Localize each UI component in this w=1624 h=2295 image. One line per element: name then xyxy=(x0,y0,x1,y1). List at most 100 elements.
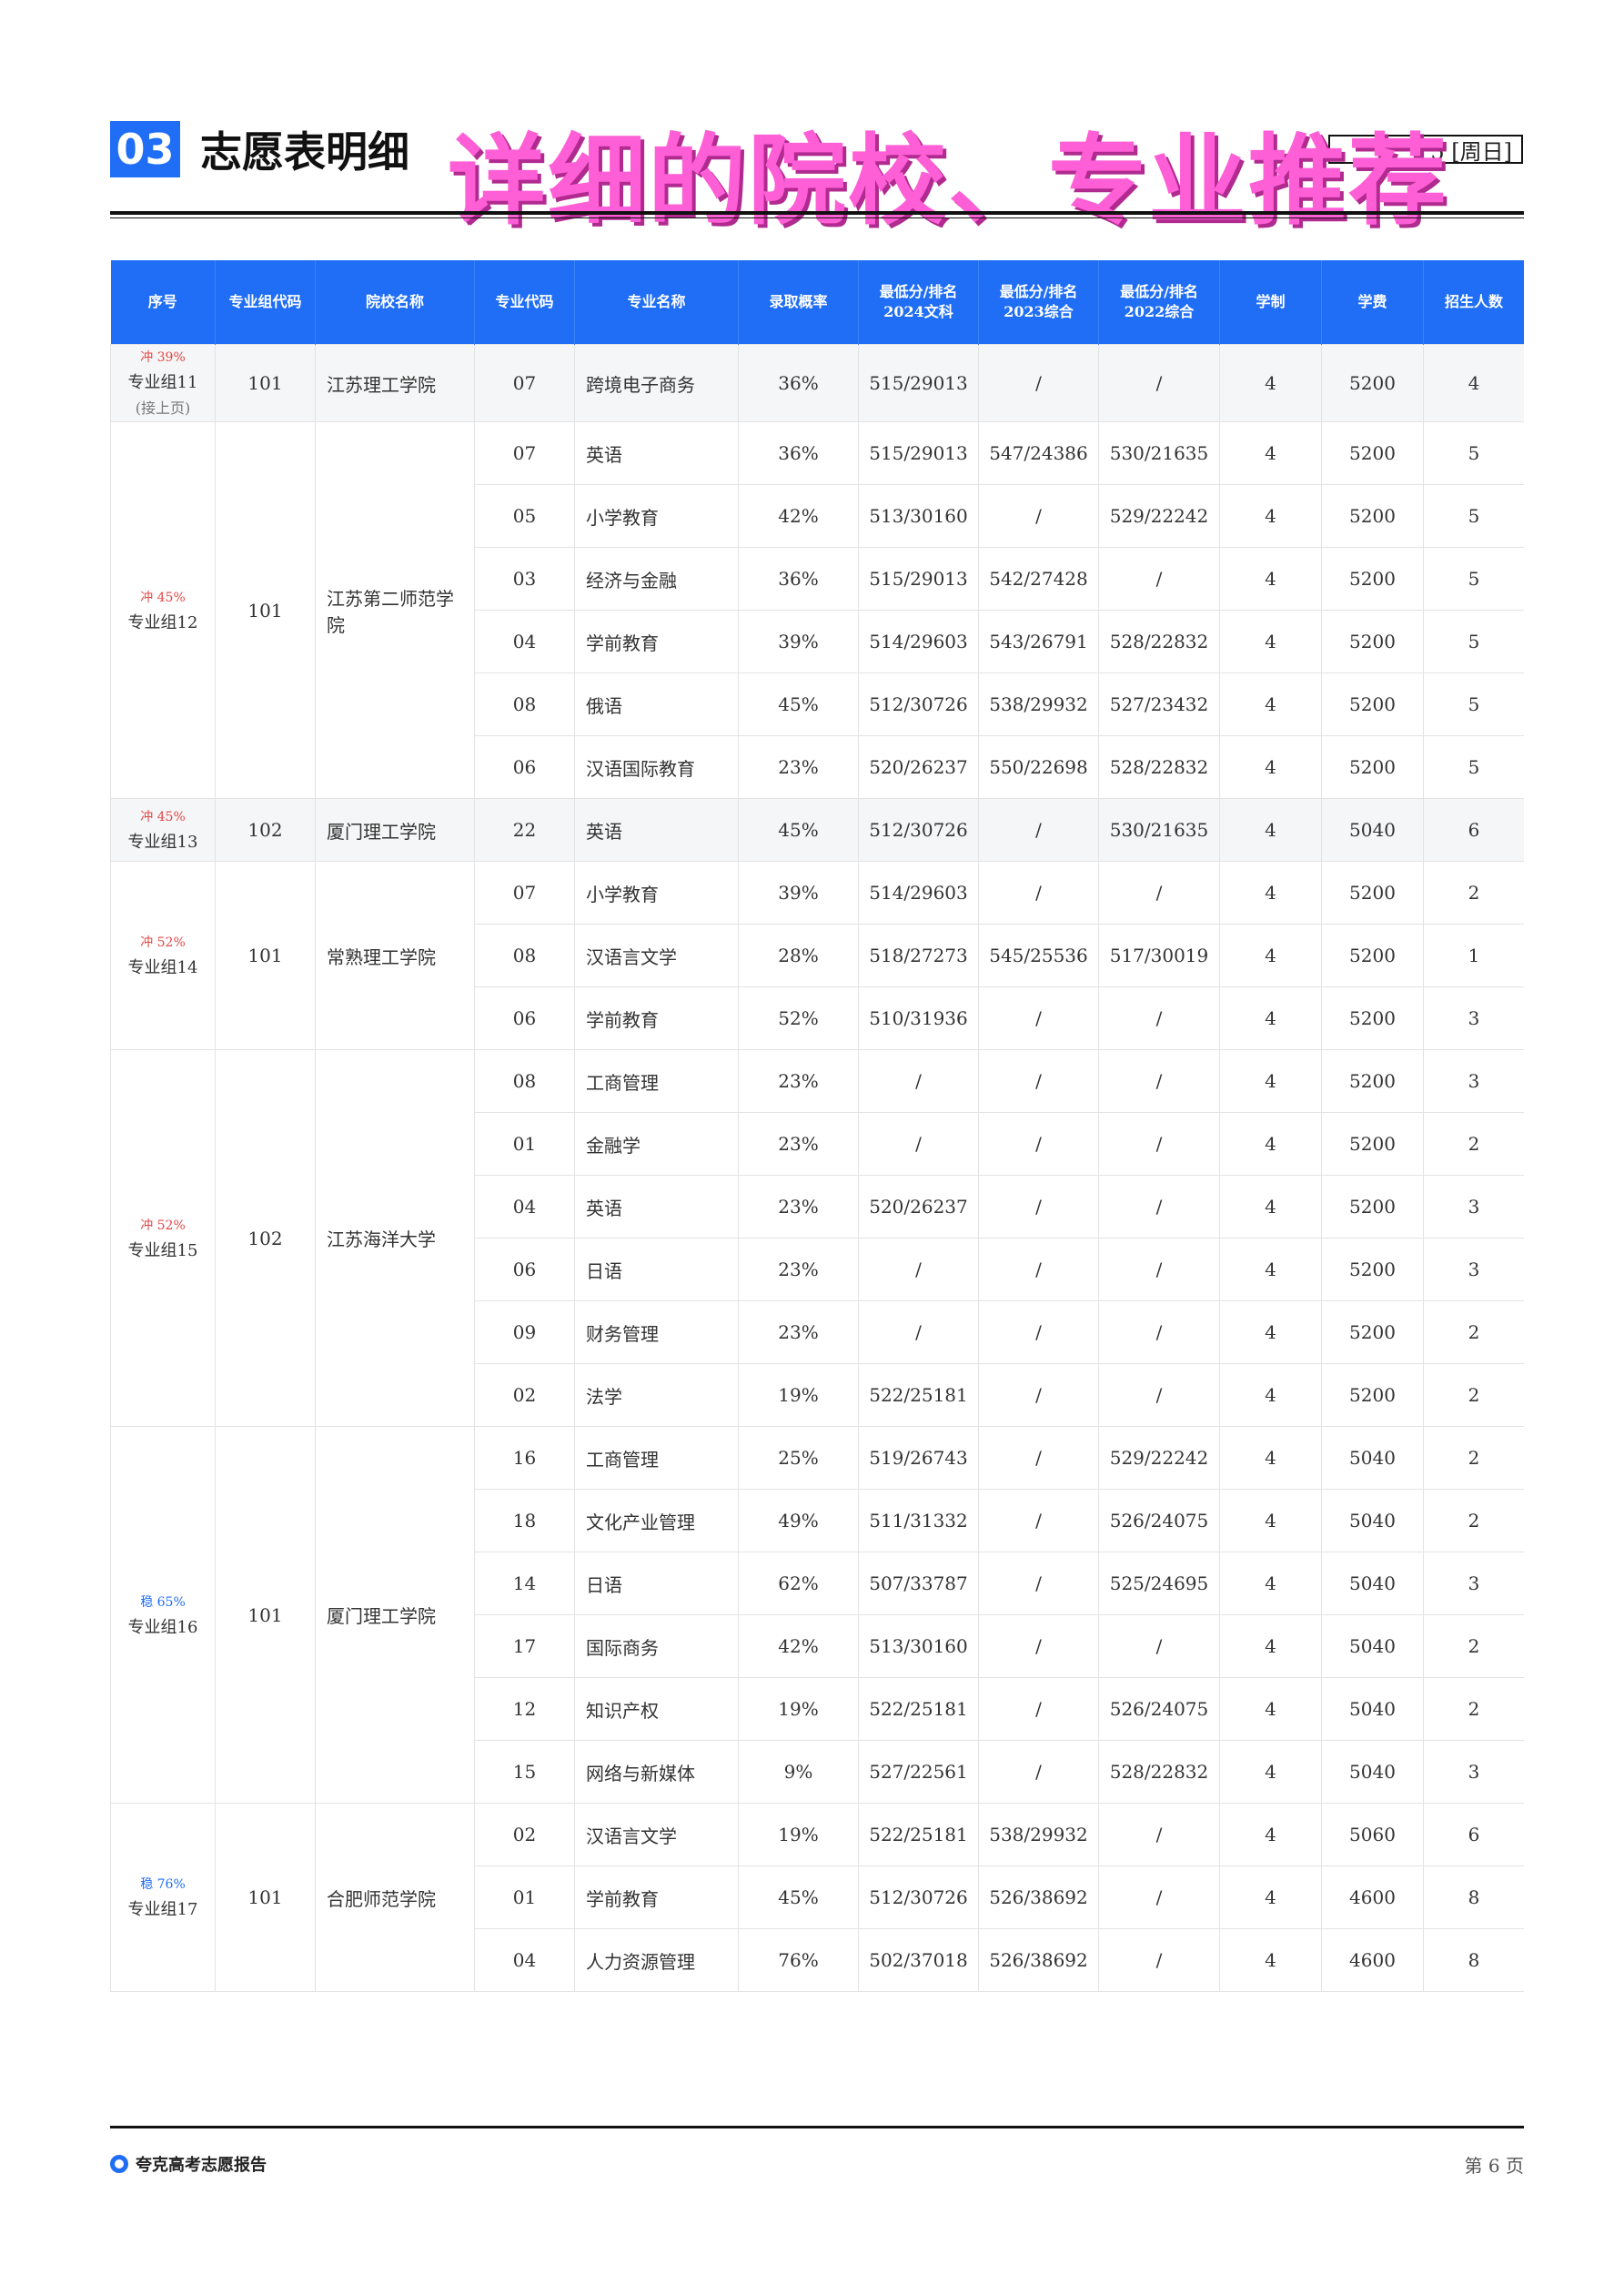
tuition-cell: 5200 xyxy=(1321,735,1424,799)
major-name-cell: 文化产业管理 xyxy=(574,1489,739,1552)
major-name-cell: 金融学 xyxy=(574,1112,739,1176)
major-code-cell: 06 xyxy=(474,1238,575,1301)
duration-cell: 4 xyxy=(1219,1865,1322,1929)
major-code-cell: 03 xyxy=(474,547,575,611)
probability-cell: 39% xyxy=(738,610,859,673)
major-code-cell: 08 xyxy=(474,672,575,736)
column-header: 最低分/排名 2022综合 xyxy=(1098,260,1220,345)
probability-cell: 19% xyxy=(738,1677,859,1741)
column-header: 专业名称 xyxy=(574,260,739,345)
group-code-cell: 101 xyxy=(215,1426,316,1804)
probability-cell: 62% xyxy=(738,1552,859,1615)
school-name-cell: 厦门理工学院 xyxy=(315,1426,475,1804)
score-2023-cell: 545/25536 xyxy=(978,924,1099,987)
tuition-cell: 5200 xyxy=(1321,484,1424,548)
probability-cell: 39% xyxy=(738,861,859,925)
tuition-cell: 5200 xyxy=(1321,1049,1424,1113)
major-code-cell: 17 xyxy=(474,1614,575,1678)
quota-cell: 5 xyxy=(1423,672,1524,736)
duration-cell: 4 xyxy=(1219,344,1322,422)
tuition-cell: 5040 xyxy=(1321,1740,1424,1804)
duration-cell: 4 xyxy=(1219,798,1322,862)
score-2024-cell: / xyxy=(858,1112,979,1176)
duration-cell: 4 xyxy=(1219,1175,1322,1238)
score-2023-cell: / xyxy=(978,798,1099,862)
score-2024-cell: 518/27273 xyxy=(858,924,979,987)
major-name-cell: 小学教育 xyxy=(574,861,739,925)
major-code-cell: 01 xyxy=(474,1112,575,1176)
score-2023-cell: / xyxy=(978,1614,1099,1678)
major-name-cell: 跨境电子商务 xyxy=(574,344,739,422)
score-2022-cell: / xyxy=(1098,1803,1220,1866)
major-name-cell: 英语 xyxy=(574,421,739,485)
major-code-cell: 04 xyxy=(474,1928,575,1992)
tuition-cell: 5200 xyxy=(1321,672,1424,736)
probability-cell: 23% xyxy=(738,1049,859,1113)
score-2024-cell: / xyxy=(858,1238,979,1301)
major-name-cell: 日语 xyxy=(574,1552,739,1615)
score-2022-cell: 529/22242 xyxy=(1098,1426,1220,1490)
duration-cell: 4 xyxy=(1219,1363,1322,1427)
quota-cell: 5 xyxy=(1423,484,1524,548)
group-name: 专业组12 xyxy=(127,612,198,632)
score-2022-cell: 528/22832 xyxy=(1098,735,1220,799)
score-2024-cell: 514/29603 xyxy=(858,861,979,925)
score-2022-cell: 526/24075 xyxy=(1098,1489,1220,1552)
group-seq-cell: 冲 39% 专业组11 (接上页) xyxy=(110,344,216,422)
major-code-cell: 02 xyxy=(474,1803,575,1866)
duration-cell: 4 xyxy=(1219,1614,1322,1678)
score-2024-cell: 514/29603 xyxy=(858,610,979,673)
group-name: 专业组17 xyxy=(127,1900,198,1919)
quota-cell: 2 xyxy=(1423,1300,1524,1364)
score-2022-cell: / xyxy=(1098,1865,1220,1929)
score-2023-cell: / xyxy=(978,1363,1099,1427)
group-name: 专业组16 xyxy=(127,1617,198,1637)
school-name-cell: 江苏理工学院 xyxy=(315,344,475,422)
probability-tag: 冲 52% xyxy=(140,935,186,950)
quota-cell: 1 xyxy=(1423,924,1524,987)
major-name-cell: 网络与新媒体 xyxy=(574,1740,739,1804)
tuition-cell: 5200 xyxy=(1321,547,1424,611)
major-code-cell: 14 xyxy=(474,1552,575,1615)
duration-cell: 4 xyxy=(1219,1049,1322,1113)
tuition-cell: 5200 xyxy=(1321,1112,1424,1176)
major-name-cell: 学前教育 xyxy=(574,986,739,1050)
group-code-cell: 101 xyxy=(215,344,316,422)
major-code-cell: 02 xyxy=(474,1363,575,1427)
tuition-cell: 5040 xyxy=(1321,1489,1424,1552)
quota-cell: 5 xyxy=(1423,610,1524,673)
score-2023-cell: 550/22698 xyxy=(978,735,1099,799)
group-seq-cell: 稳 76% 专业组17 xyxy=(110,1803,216,1992)
major-name-cell: 英语 xyxy=(574,798,739,862)
duration-cell: 4 xyxy=(1219,1426,1322,1490)
header-rule-thin xyxy=(110,217,1524,218)
score-2024-cell: / xyxy=(858,1300,979,1364)
probability-cell: 25% xyxy=(738,1426,859,1490)
major-name-cell: 小学教育 xyxy=(574,484,739,548)
score-2023-cell: 526/38692 xyxy=(978,1865,1099,1929)
group-seq-cell: 冲 45% 专业组13 xyxy=(110,798,216,862)
group-name: 专业组15 xyxy=(127,1240,198,1260)
group-code-cell: 102 xyxy=(215,798,316,862)
duration-cell: 4 xyxy=(1219,986,1322,1050)
duration-cell: 4 xyxy=(1219,1112,1322,1176)
quota-cell: 2 xyxy=(1423,1614,1524,1678)
probability-cell: 52% xyxy=(738,986,859,1050)
quota-cell: 2 xyxy=(1423,1363,1524,1427)
column-header: 学制 xyxy=(1219,260,1322,345)
major-code-cell: 04 xyxy=(474,610,575,673)
quota-cell: 4 xyxy=(1423,344,1524,422)
column-header: 院校名称 xyxy=(315,260,475,345)
major-name-cell: 经济与金融 xyxy=(574,547,739,611)
tuition-cell: 5200 xyxy=(1321,1300,1424,1364)
column-header: 录取概率 xyxy=(738,260,859,345)
probability-cell: 19% xyxy=(738,1363,859,1427)
score-2023-cell: 542/27428 xyxy=(978,547,1099,611)
group-seq-cell: 稳 65% 专业组16 xyxy=(110,1426,216,1804)
score-2024-cell: 502/37018 xyxy=(858,1928,979,1992)
quota-cell: 8 xyxy=(1423,1928,1524,1992)
section-title: 志愿表明细 xyxy=(200,127,409,177)
major-name-cell: 英语 xyxy=(574,1175,739,1238)
score-2024-cell: 511/31332 xyxy=(858,1489,979,1552)
quota-cell: 2 xyxy=(1423,1489,1524,1552)
